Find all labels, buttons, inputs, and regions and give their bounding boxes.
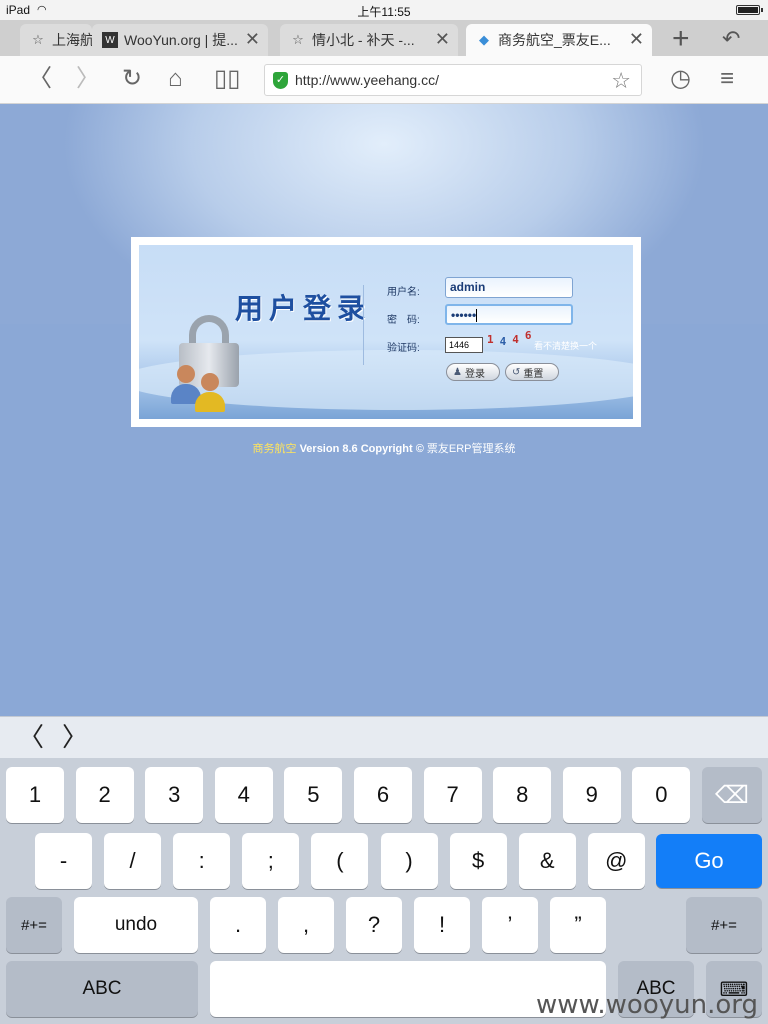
- back-icon[interactable]: 〈: [28, 66, 52, 92]
- captcha-char: 1: [487, 333, 500, 346]
- keyboard-key[interactable]: @: [587, 833, 645, 889]
- previous-field-icon[interactable]: 〈: [18, 724, 44, 750]
- keyboard-key[interactable]: ’: [482, 897, 538, 953]
- keyboard-key[interactable]: 3: [145, 767, 204, 823]
- tab-label: 上海航: [52, 32, 92, 48]
- refresh-icon: ↺: [512, 366, 521, 378]
- keyboard-key[interactable]: 7: [423, 767, 482, 823]
- keyboard-key[interactable]: 1: [6, 767, 64, 823]
- clock: 上午11:55: [357, 5, 411, 19]
- next-field-icon[interactable]: 〉: [62, 724, 88, 750]
- more-symbols-key[interactable]: #+=: [6, 897, 62, 953]
- keyboard-key[interactable]: ?: [346, 897, 402, 953]
- keyboard-key[interactable]: ”: [550, 897, 606, 953]
- username-label: 用户名:: [387, 287, 420, 298]
- close-icon[interactable]: ✕: [245, 30, 260, 48]
- close-icon[interactable]: ✕: [629, 30, 644, 48]
- brand-name: 商务航空: [252, 443, 297, 455]
- reload-icon[interactable]: ↻: [122, 66, 142, 92]
- new-tab-plus-icon[interactable]: +: [672, 24, 690, 54]
- menu-icon[interactable]: ≡: [720, 66, 734, 92]
- site-icon: ◆: [479, 32, 489, 47]
- login-panel: 用户登录 用户名: admin 密 码: •••••• 验证码: 1446 14…: [139, 245, 633, 419]
- username-input[interactable]: admin: [445, 277, 573, 298]
- close-icon[interactable]: ✕: [435, 30, 450, 48]
- keyboard-key[interactable]: $: [449, 833, 507, 889]
- browser-toolbar: 〈 〉 ↻ ⌂ ▯▯ ✓ http://www.yeehang.cc/ ☆ ◷ …: [0, 56, 768, 104]
- keyboard-key[interactable]: .: [210, 897, 266, 953]
- refresh-captcha-link[interactable]: 看不清楚换一个: [534, 339, 597, 352]
- system-name: 票友ERP管理系统: [426, 443, 516, 455]
- undo-key[interactable]: undo: [74, 897, 198, 953]
- login-box: 用户登录 用户名: admin 密 码: •••••• 验证码: 1446 14…: [131, 237, 641, 427]
- login-title: 用户登录: [235, 292, 372, 325]
- login-button[interactable]: ♟ 登录: [446, 363, 500, 381]
- keyboard-key[interactable]: ;: [242, 833, 300, 889]
- captcha-char: 4: [499, 335, 513, 348]
- battery-icon: [736, 5, 763, 15]
- copyright-footer: 商务航空 Version 8.6 Copyright © 票友ERP管理系统: [0, 440, 768, 456]
- login-button-label: 登录: [464, 368, 485, 380]
- captcha-value: 1446: [449, 340, 470, 350]
- keyboard-key[interactable]: 4: [214, 767, 273, 823]
- keyboard-key[interactable]: &: [518, 833, 576, 889]
- keyboard-key[interactable]: 5: [284, 767, 343, 823]
- keyboard-key[interactable]: ,: [278, 897, 334, 953]
- users-icon: [169, 365, 229, 415]
- web-content: 用户登录 用户名: admin 密 码: •••••• 验证码: 1446 14…: [0, 104, 768, 716]
- tab-strip: ☆ 上海航 W WooYun.org | 提... ✕ ☆ 情小北 - 补天 -…: [0, 20, 768, 56]
- bookmarks-icon[interactable]: ▯▯: [214, 66, 240, 92]
- password-label: 密 码:: [387, 315, 420, 326]
- keyboard-key[interactable]: 6: [354, 767, 412, 823]
- captcha-label: 验证码:: [387, 343, 420, 354]
- keyboard-key[interactable]: (: [311, 833, 369, 889]
- reader-mode-icon[interactable]: ◷: [670, 66, 691, 92]
- keyboard-key[interactable]: !: [414, 897, 470, 953]
- divider: [363, 285, 364, 365]
- more-symbols-key-right[interactable]: #+=: [686, 897, 762, 953]
- home-icon[interactable]: ⌂: [168, 66, 183, 92]
- reset-button-label: 重置: [523, 368, 544, 380]
- add-favorite-icon[interactable]: ☆: [611, 68, 631, 94]
- keyboard-key[interactable]: ): [380, 833, 438, 889]
- username-value: admin: [450, 280, 486, 294]
- reset-button[interactable]: ↺ 重置: [505, 363, 559, 381]
- abc-key[interactable]: ABC: [6, 961, 198, 1017]
- password-value: ••••••: [451, 308, 477, 322]
- keyboard-key[interactable]: 0: [632, 767, 691, 823]
- text-caret: [476, 309, 478, 323]
- wooyun-icon: W: [102, 32, 118, 48]
- keyboard-key[interactable]: 9: [562, 767, 621, 823]
- password-input[interactable]: ••••••: [445, 304, 573, 325]
- star-icon: ☆: [292, 32, 304, 47]
- keyboard-key[interactable]: -: [35, 833, 92, 889]
- user-icon: ♟: [453, 366, 462, 378]
- keyboard-key[interactable]: :: [173, 833, 231, 889]
- keyboard-key[interactable]: /: [104, 833, 162, 889]
- keyboard-key[interactable]: 8: [493, 767, 552, 823]
- address-bar[interactable]: ✓ http://www.yeehang.cc/ ☆: [264, 64, 642, 96]
- form-navigation-bar: 〈 〉: [0, 716, 768, 758]
- delete-key-icon[interactable]: ⌫: [702, 767, 762, 823]
- captcha-char: 4: [512, 333, 525, 346]
- tab-shanghai[interactable]: ☆ 上海航: [20, 24, 92, 56]
- undo-close-tab-icon[interactable]: ↶: [722, 26, 740, 52]
- keyboard-key[interactable]: 2: [75, 767, 134, 823]
- captcha-image[interactable]: 1446: [487, 329, 538, 348]
- secure-shield-icon: ✓: [273, 72, 288, 89]
- url-text[interactable]: http://www.yeehang.cc/: [295, 72, 439, 88]
- onscreen-keyboard: Go #+= undo #+= ABC ABC ⌨ ⌫ www.wooyun.o…: [0, 758, 768, 1024]
- tab-wooyun[interactable]: W WooYun.org | 提... ✕: [92, 24, 268, 56]
- status-bar: iPad ◠ 上午11:55: [0, 0, 768, 20]
- forward-icon[interactable]: 〉: [76, 66, 100, 92]
- watermark: www.wooyun.org: [535, 990, 758, 1020]
- tab-butian[interactable]: ☆ 情小北 - 补天 -... ✕: [280, 24, 458, 56]
- go-key[interactable]: Go: [656, 834, 762, 888]
- version-text: Version 8.6 Copyright ©: [299, 443, 424, 455]
- tab-yeehang[interactable]: ◆ 商务航空_票友E... ✕: [466, 24, 652, 56]
- star-icon: ☆: [32, 32, 44, 47]
- captcha-input[interactable]: 1446: [445, 337, 483, 353]
